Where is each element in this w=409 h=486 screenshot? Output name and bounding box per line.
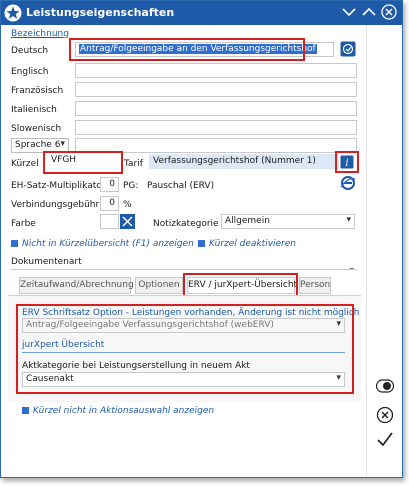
bezeichnung-heading: Bezeichnung: [11, 29, 69, 39]
nicht-in-aktion-check[interactable]: Kürzel nicht in Aktionsauswahl anzeigen: [22, 406, 214, 416]
franzoesisch-field[interactable]: [75, 82, 357, 97]
notizkategorie-select[interactable]: Allgemein: [221, 214, 355, 229]
translate-icon[interactable]: [340, 41, 356, 57]
tarif-label: Tarif: [124, 159, 143, 169]
highlight-erv-panel: [16, 304, 354, 394]
color-swatch[interactable]: [100, 214, 119, 229]
highlight-deutsch: [69, 38, 305, 61]
pauschal-value: Pauschal (ERV): [147, 181, 215, 191]
title-bar: Leistungseigenschaften: [1, 1, 402, 25]
tab-optionen[interactable]: Optionen: [135, 277, 183, 294]
pg-label: PG:: [123, 181, 139, 191]
farbe-label: Farbe: [11, 219, 36, 229]
italienisch-label: Italienisch: [11, 105, 57, 115]
eh-satz-field[interactable]: 0: [100, 177, 119, 192]
englisch-field[interactable]: [75, 63, 357, 78]
cancel-icon[interactable]: [376, 406, 394, 424]
slowenisch-label: Slowenisch: [11, 124, 62, 134]
nicht-in-kuerzel-check[interactable]: Nicht in Kürzelübersicht (F1) anzeigen: [11, 239, 194, 249]
tab-person[interactable]: Person: [299, 277, 331, 294]
tab-zeitaufwand[interactable]: Zeitaufwand/Abrechnung: [19, 277, 134, 294]
englisch-label: Englisch: [11, 67, 49, 77]
kuerzel-deaktivieren-check[interactable]: Kürzel deaktivieren: [198, 239, 296, 249]
checkmark-icon[interactable]: [376, 431, 394, 447]
action-sidebar: [366, 25, 402, 477]
highlight-info: [335, 151, 359, 173]
toggle-icon[interactable]: [376, 379, 394, 393]
tarif-field[interactable]: Verfassungsgerichtshof (Nummer 1): [149, 154, 339, 169]
checkbox-icon: [198, 240, 205, 247]
clear-color-icon[interactable]: [120, 214, 135, 229]
chevron-down-icon[interactable]: [341, 4, 357, 20]
chevron-up-icon[interactable]: [361, 4, 377, 20]
italienisch-field[interactable]: [75, 101, 357, 116]
franzoesisch-label: Französisch: [11, 86, 64, 96]
highlight-kuerzel: [43, 151, 123, 174]
dokumentenart-select[interactable]: [11, 266, 357, 270]
verbindungsgebuehr-field[interactable]: 0: [100, 196, 119, 211]
checkbox-icon: [22, 407, 29, 414]
slowenisch-field[interactable]: [75, 120, 357, 135]
close-icon[interactable]: [381, 4, 397, 20]
verbindungsgebuehr-label: Verbindungsgebühr: [11, 200, 100, 210]
notizkategorie-label: Notizkategorie: [153, 219, 219, 229]
dialog-window: Leistungseigenschaften Bezeichnung Deuts…: [0, 0, 403, 478]
ie-globe-icon[interactable]: [340, 175, 356, 191]
star-icon: [4, 4, 22, 22]
eh-satz-label: EH-Satz-Multiplikator: [11, 181, 106, 191]
window-title: Leistungseigenschaften: [26, 6, 175, 19]
checkbox-icon: [11, 240, 18, 247]
kuerzel-label: Kürzel: [11, 159, 39, 169]
deutsch-label: Deutsch: [11, 46, 49, 56]
percent-label: %: [123, 200, 132, 210]
